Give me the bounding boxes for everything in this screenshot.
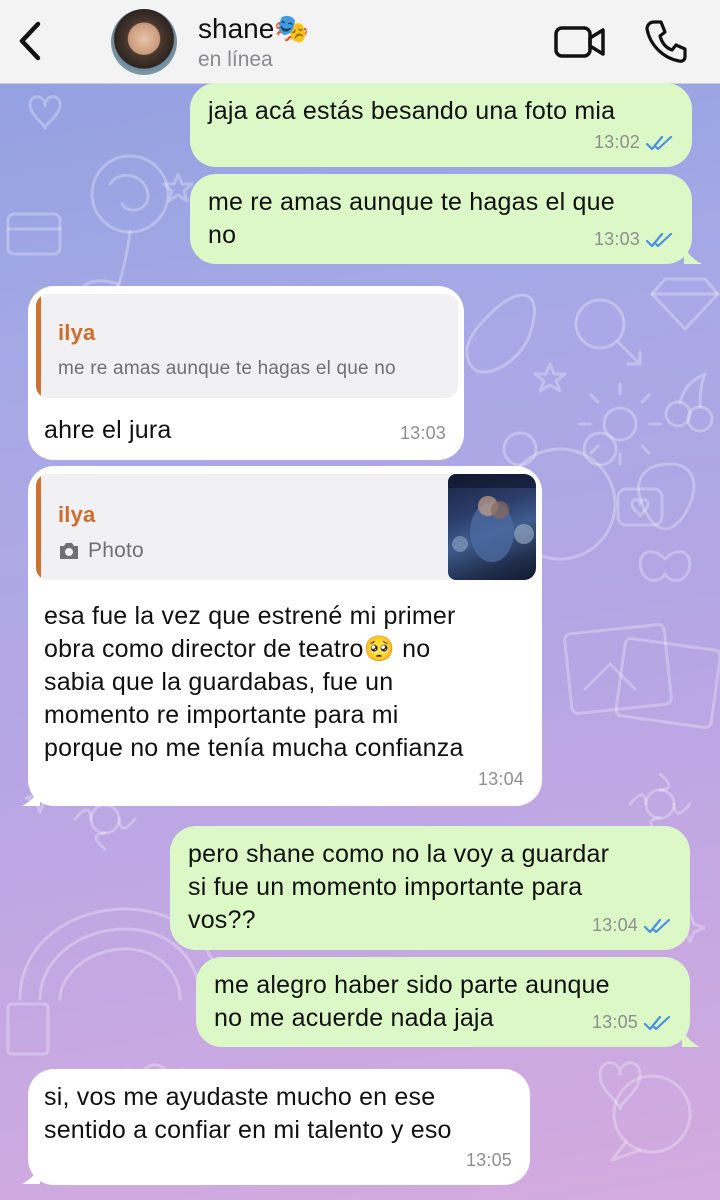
camera-icon bbox=[60, 542, 78, 559]
message-meta: 13:03 bbox=[594, 223, 674, 256]
video-camera-icon bbox=[554, 26, 605, 58]
message-text: esa fue la vez que estrené mi primer obr… bbox=[44, 600, 464, 765]
message-line: porque no me tenía mucha confianza bbox=[44, 734, 464, 762]
message-outgoing[interactable]: me re amas aunque te hagas el que no 13:… bbox=[190, 174, 692, 264]
message-time: 13:03 bbox=[399, 423, 446, 443]
message-time: 13:04 bbox=[477, 769, 524, 789]
voice-call-button[interactable] bbox=[644, 18, 688, 64]
reply-quote[interactable]: ilya Photo bbox=[36, 474, 536, 580]
message-incoming[interactable]: si, vos me ayudaste mucho en ese sentido… bbox=[28, 1069, 530, 1185]
double-check-icon bbox=[644, 1015, 671, 1030]
chat-header: shane🎭 en línea bbox=[0, 0, 720, 84]
message-line: obra como director de teatro🥺 no bbox=[44, 635, 431, 663]
reply-photo-label: Photo bbox=[88, 539, 144, 562]
double-check-icon bbox=[646, 135, 673, 150]
avatar[interactable] bbox=[111, 9, 177, 75]
photo-image bbox=[448, 474, 536, 562]
message-time: 13:04 bbox=[591, 915, 638, 935]
contact-status: en línea bbox=[198, 48, 273, 71]
bubble-tail bbox=[22, 788, 40, 806]
contact-name[interactable]: shane🎭 bbox=[198, 12, 309, 45]
reply-quote[interactable]: ilya me re amas aunque te hagas el que n… bbox=[36, 294, 458, 398]
message-time: 13:03 bbox=[593, 229, 640, 249]
double-check-icon bbox=[646, 232, 673, 247]
reply-text: Photo bbox=[58, 534, 144, 567]
bubble-tail bbox=[682, 1029, 700, 1047]
message-time: 13:02 bbox=[593, 132, 640, 152]
reply-text: me re amas aunque te hagas el que no bbox=[58, 358, 396, 379]
message-meta: 13:05 bbox=[466, 1144, 512, 1177]
message-time: 13:05 bbox=[465, 1150, 512, 1170]
message-meta: 13:04 bbox=[478, 763, 524, 796]
message-line: si fue un momento importante para bbox=[188, 873, 583, 901]
message-meta: 13:05 bbox=[592, 1006, 672, 1039]
chevron-left-icon bbox=[19, 21, 41, 61]
message-text: me alegro haber sido parte aunque no me … bbox=[214, 969, 610, 1035]
message-line: momento re importante para mi bbox=[44, 701, 399, 729]
message-line: vos?? bbox=[188, 906, 256, 934]
message-outgoing[interactable]: me alegro haber sido parte aunque no me … bbox=[196, 957, 690, 1047]
message-line: sabia que la guardabas, fue un bbox=[44, 668, 394, 696]
message-text: jaja acá estás besando una foto mia bbox=[208, 97, 616, 125]
double-check-icon bbox=[644, 918, 671, 933]
reply-photo-thumbnail[interactable] bbox=[448, 474, 536, 580]
message-line: pero shane como no la voy a guardar bbox=[188, 840, 610, 868]
message-line: no me acuerde nada jaja bbox=[214, 1004, 494, 1032]
message-line: si, vos me ayudaste mucho en ese bbox=[44, 1083, 436, 1111]
message-text: ahre el jura bbox=[44, 416, 172, 444]
message-text: me re amas aunque te hagas el que no bbox=[208, 186, 615, 252]
message-line: me alegro haber sido parte aunque bbox=[214, 971, 610, 999]
message-time: 13:05 bbox=[591, 1012, 638, 1032]
reply-author: ilya bbox=[58, 502, 96, 527]
back-button[interactable] bbox=[12, 18, 48, 64]
message-text: si, vos me ayudaste mucho en ese sentido… bbox=[44, 1081, 452, 1147]
message-meta: 13:04 bbox=[592, 909, 672, 942]
message-incoming[interactable]: ilya me re amas aunque te hagas el que n… bbox=[28, 286, 464, 460]
message-line: me re amas aunque te hagas el que bbox=[208, 188, 615, 216]
bubble-tail bbox=[22, 1166, 40, 1184]
message-meta: 13:02 bbox=[594, 126, 674, 159]
message-outgoing[interactable]: jaja acá estás besando una foto mia 13:0… bbox=[190, 83, 692, 167]
message-line: esa fue la vez que estrené mi primer bbox=[44, 602, 456, 630]
message-line: sentido a confiar en mi talento y eso bbox=[44, 1116, 452, 1144]
bubble-tail bbox=[684, 246, 702, 264]
video-call-button[interactable] bbox=[553, 22, 607, 62]
message-outgoing[interactable]: pero shane como no la voy a guardar si f… bbox=[170, 826, 690, 950]
message-incoming[interactable]: ilya Photo esa fue la vez que estrené mi… bbox=[28, 466, 542, 806]
message-meta: 13:03 bbox=[400, 417, 446, 450]
phone-icon bbox=[645, 20, 687, 63]
reply-accent-bar bbox=[36, 294, 41, 398]
message-line: no bbox=[208, 221, 237, 249]
reply-author: ilya bbox=[58, 320, 96, 345]
message-text: pero shane como no la voy a guardar si f… bbox=[188, 838, 609, 937]
reply-accent-bar bbox=[36, 474, 41, 580]
